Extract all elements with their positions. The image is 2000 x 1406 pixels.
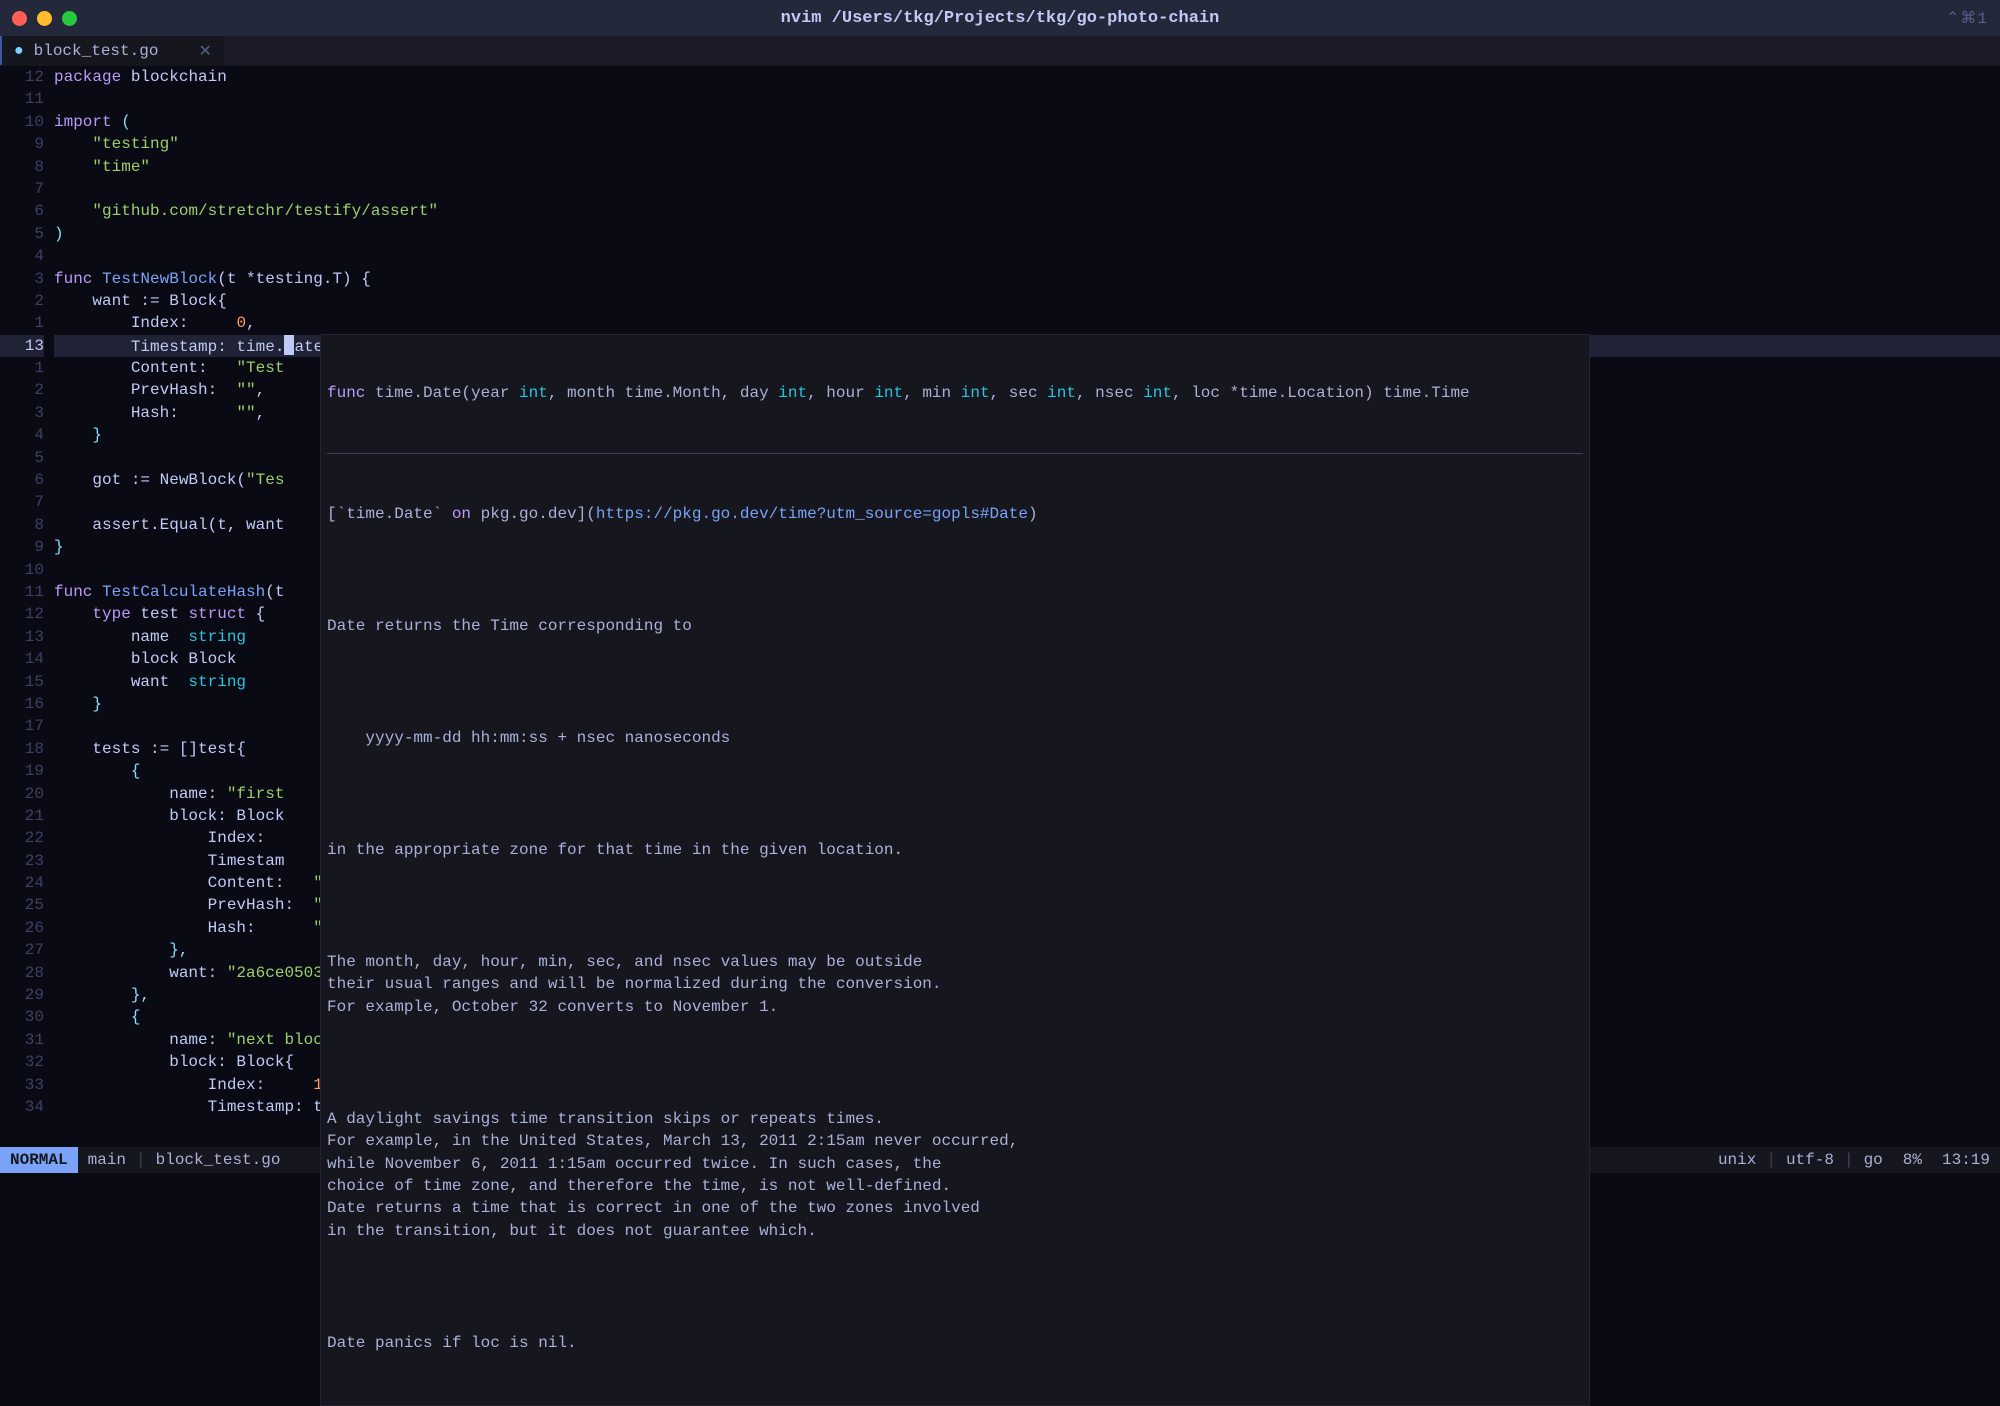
tab-block-test[interactable]: ● block_test.go ✕ [0,36,224,65]
window-title: nvim /Users/tkg/Projects/tkg/go-photo-ch… [781,9,1220,28]
zoom-window-button[interactable] [62,11,77,26]
line-number: 9 [0,133,44,155]
line-number: 4 [0,424,44,446]
line-number: 5 [0,223,44,245]
code-line [54,88,2000,110]
line-number: 9 [0,536,44,558]
separator-icon: | [136,1151,146,1169]
line-number: 6 [0,469,44,491]
line-number: 31 [0,1029,44,1051]
line-number: 30 [0,1006,44,1028]
editor[interactable]: 1211109876543211312345678910111213141516… [0,66,2000,1147]
line-number: 14 [0,648,44,670]
encoding: utf-8 [1776,1151,1844,1169]
line-number: 16 [0,693,44,715]
line-number: 4 [0,245,44,267]
cursor-position: 13:19 [1932,1151,2000,1169]
line-number: 17 [0,715,44,737]
hover-doc-p5: A daylight savings time transition skips… [327,1108,1583,1242]
code-line: import ( [54,111,2000,133]
code-line: Index: 0, [54,312,2000,334]
code-line: "testing" [54,133,2000,155]
line-number: 33 [0,1074,44,1096]
lsp-hover-popup: func time.Date(year int, month time.Mont… [320,334,1590,1406]
code-line [54,178,2000,200]
line-number: 10 [0,559,44,581]
code-line [54,245,2000,267]
tab-bar: ● block_test.go ✕ [0,36,2000,66]
file-format: unix [1708,1151,1766,1169]
line-number: 23 [0,850,44,872]
hover-link: [`time.Date` on pkg.go.dev](https://pkg.… [327,503,1583,525]
line-number: 5 [0,447,44,469]
titlebar: nvim /Users/tkg/Projects/tkg/go-photo-ch… [0,0,2000,36]
traffic-lights [12,11,77,26]
line-number: 21 [0,805,44,827]
pane-indicator: ⌃⌘1 [1946,8,1988,28]
line-number: 7 [0,178,44,200]
separator-icon: | [1766,1151,1776,1169]
mode-indicator: NORMAL [0,1147,78,1173]
line-number: 34 [0,1096,44,1118]
status-filename: block_test.go [146,1151,291,1169]
minimize-window-button[interactable] [37,11,52,26]
close-window-button[interactable] [12,11,27,26]
line-number: 10 [0,111,44,133]
tab-filename: block_test.go [34,42,159,60]
line-number: 2 [0,290,44,312]
hover-signature: func time.Date(year int, month time.Mont… [327,382,1583,404]
hover-doc-p2: yyyy-mm-dd hh:mm:ss + nsec nanoseconds [327,727,1583,749]
code-line: "time" [54,156,2000,178]
line-number: 12 [0,66,44,88]
line-number: 20 [0,783,44,805]
scroll-percent: 8% [1893,1151,1932,1169]
line-number: 28 [0,962,44,984]
line-number: 15 [0,671,44,693]
code-line: func TestNewBlock(t *testing.T) { [54,268,2000,290]
line-number: 1 [0,357,44,379]
line-number: 19 [0,760,44,782]
line-number: 29 [0,984,44,1006]
separator-icon: | [1844,1151,1854,1169]
line-number: 11 [0,88,44,110]
tab-close-icon[interactable]: ✕ [198,41,211,61]
line-number: 26 [0,917,44,939]
line-number: 11 [0,581,44,603]
line-number: 22 [0,827,44,849]
line-number: 8 [0,156,44,178]
hover-doc-p6: Date panics if loc is nil. [327,1332,1583,1354]
line-number: 13 [0,626,44,648]
file-icon: ● [14,42,24,60]
git-branch: main [78,1151,136,1169]
code-line: "github.com/stretchr/testify/assert" [54,200,2000,222]
cursor [284,335,294,355]
line-number: 1 [0,312,44,334]
line-number: 8 [0,514,44,536]
code-line: package blockchain [54,66,2000,88]
line-number: 2 [0,379,44,401]
line-number: 7 [0,491,44,513]
line-number: 27 [0,939,44,961]
line-number: 13 [0,335,44,357]
line-number: 18 [0,738,44,760]
line-number: 6 [0,200,44,222]
line-number: 12 [0,603,44,625]
filetype: go [1854,1151,1893,1169]
code-line: ) [54,223,2000,245]
line-number: 25 [0,894,44,916]
line-number: 32 [0,1051,44,1073]
line-number-gutter: 1211109876543211312345678910111213141516… [0,66,54,1147]
hover-doc-p1: Date returns the Time corresponding to [327,615,1583,637]
line-number: 3 [0,402,44,424]
line-number: 3 [0,268,44,290]
hover-doc-p4: The month, day, hour, min, sec, and nsec… [327,951,1583,1018]
line-number: 24 [0,872,44,894]
code-line: want := Block{ [54,290,2000,312]
hover-doc-p3: in the appropriate zone for that time in… [327,839,1583,861]
